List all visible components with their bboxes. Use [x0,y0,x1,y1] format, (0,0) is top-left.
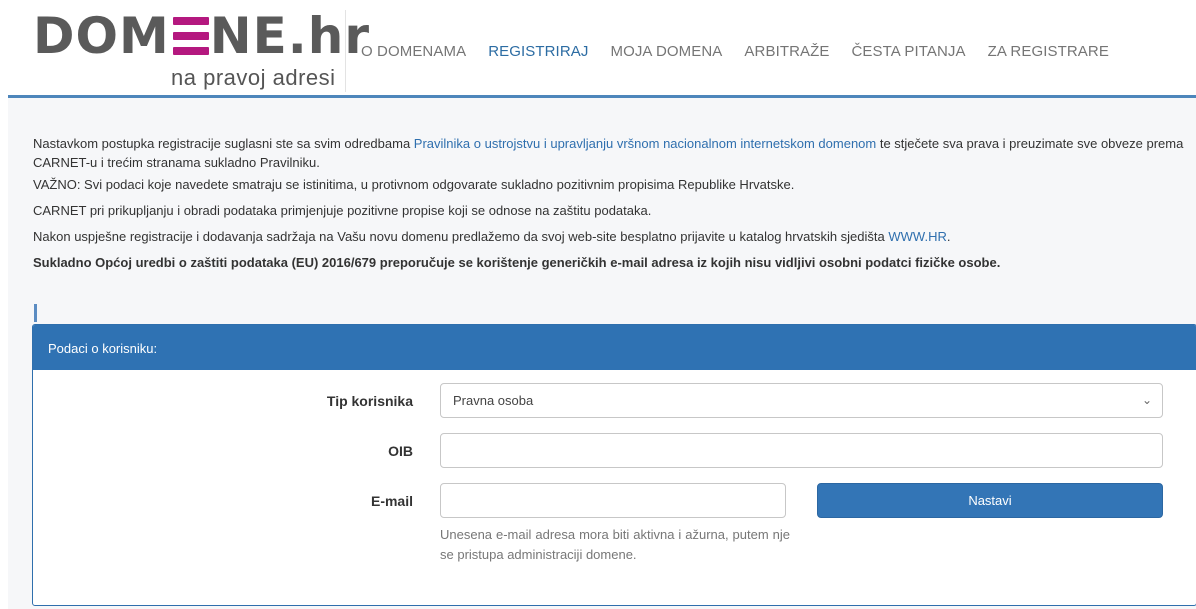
intro-paragraph-vazno: VAŽNO: Svi podaci koje navedete smatraju… [33,177,795,192]
intro-paragraph-www-hr: Nakon uspješne registracije i dodavanja … [33,229,951,244]
main-nav: O DOMENAMA REGISTRIRAJ MOJA DOMENA ARBITRAŽ… [361,43,1131,63]
intro-paragraph-terms: Nastavkom postupka registracije suglasni… [33,136,1184,170]
nav-arbitraze[interactable]: ARBITRAŽE [744,43,829,60]
domene-hr-logo[interactable]: DOM NE.hr na pravoj adresi [33,6,369,96]
email-input[interactable] [440,483,786,518]
user-data-panel: Podaci o korisniku: Tip korisnika Pravna… [32,324,1196,606]
logo-tagline: na pravoj adresi [171,65,336,90]
nav-cesta-pitanja[interactable]: ČESTA PITANJA [852,43,966,60]
www-hr-link[interactable]: WWW.HR [888,229,946,244]
section-marker [34,304,37,322]
chevron-down-icon: ⌄ [1141,393,1152,407]
logo-e-bars-icon [172,17,209,55]
nav-moja-domena[interactable]: MOJA DOMENA [610,43,722,60]
panel-title: Podaci o korisniku: [33,325,1196,370]
intro-text: Nastavkom postupka registracije suglasni… [33,134,1196,272]
tip-korisnika-value: Pravna osoba [453,393,534,408]
nav-za-registrare[interactable]: ZA REGISTRARE [988,43,1109,60]
nastavi-button[interactable]: Nastavi [817,483,1163,518]
email-help-text: Unesena e-mail adresa mora biti aktivna … [440,527,790,562]
intro-paragraph-carnet: CARNET pri prikupljanju i obradi podatak… [33,203,652,218]
tip-korisnika-label: Tip korisnika [326,393,413,409]
intro-paragraph-gdpr: Sukladno Općoj uredbi o zaštiti podataka… [33,255,1001,270]
pravilnik-link[interactable]: Pravilnika o ustrojstvu i upravljanju vr… [414,136,876,151]
logo-text-before: DOM [33,7,170,65]
logo-divider [345,10,346,92]
oib-label: OIB [388,443,413,459]
main-content: Nastavkom postupka registracije suglasni… [8,98,1196,609]
logo-wordmark: DOM NE.hr [33,6,370,66]
oib-input[interactable] [440,433,1163,468]
nav-registriraj[interactable]: REGISTRIRAJ [488,43,588,60]
site-header: DOM NE.hr na pravoj adresi O DOMENAMA REGI… [0,0,1196,96]
email-label: E-mail [370,493,413,509]
nav-o-domenama[interactable]: O DOMENAMA [361,43,466,60]
tip-korisnika-select[interactable]: Pravna osoba ⌄ [440,383,1163,418]
